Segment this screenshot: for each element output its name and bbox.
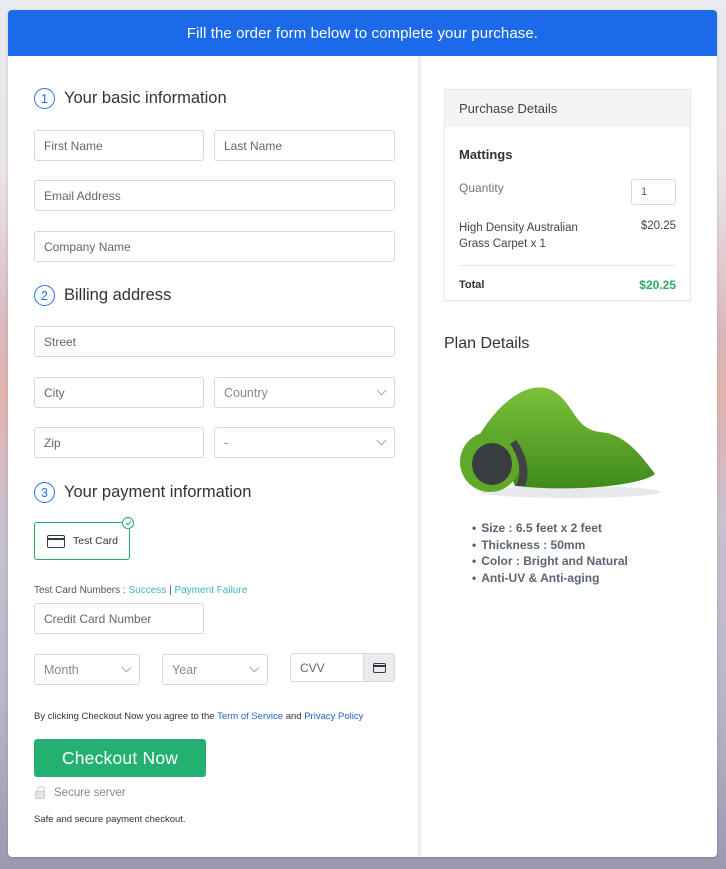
purchase-details-heading: Purchase Details xyxy=(445,90,690,127)
first-name-input[interactable] xyxy=(44,138,203,153)
product-name: Mattings xyxy=(459,147,513,162)
plan-features-list: Size : 6.5 feet x 2 feet Thickness : 50m… xyxy=(472,520,628,586)
email-field[interactable] xyxy=(34,180,395,211)
quantity-input[interactable]: 1 xyxy=(631,179,676,205)
order-form: 1 Your basic information 2 Billing addre… xyxy=(8,56,421,857)
section-billing-title: 2 Billing address xyxy=(34,285,171,306)
check-circle-icon xyxy=(122,517,134,529)
state-select[interactable]: - xyxy=(214,427,395,458)
order-form-card: Fill the order form below to complete yo… xyxy=(8,10,717,857)
privacy-policy-link[interactable]: Privacy Policy xyxy=(304,711,363,722)
checkout-now-button[interactable]: Checkout Now xyxy=(34,739,206,777)
banner-text: Fill the order form below to complete yo… xyxy=(186,24,539,42)
line-item-name: High Density Australian Grass Carpet x 1 xyxy=(459,222,578,250)
chevron-down-icon xyxy=(249,662,260,673)
step-1-badge: 1 xyxy=(34,88,55,109)
first-name-field[interactable] xyxy=(34,130,204,161)
section-billing-label: Billing address xyxy=(64,286,172,304)
plan-feature: Anti-UV & Anti-aging xyxy=(472,570,628,587)
city-input[interactable] xyxy=(44,385,203,400)
cvv-input[interactable] xyxy=(300,660,360,675)
section-basic-info-title: 1 Your basic information xyxy=(34,88,227,109)
plan-feature: Size : 6.5 feet x 2 feet xyxy=(472,520,628,537)
company-field[interactable] xyxy=(34,231,395,262)
section-payment-label: Your payment information xyxy=(64,483,252,501)
test-card-numbers-label: Test Card Numbers : xyxy=(34,585,126,596)
street-input[interactable] xyxy=(44,334,394,349)
safe-checkout-text: Safe and secure payment checkout. xyxy=(34,814,186,825)
plan-feature: Thickness : 50mm xyxy=(472,537,628,554)
terms-of-service-link[interactable]: Term of Service xyxy=(217,711,283,722)
country-select-value: Country xyxy=(224,385,268,400)
company-input[interactable] xyxy=(44,239,394,254)
header-banner: Fill the order form below to complete yo… xyxy=(8,10,717,56)
street-field[interactable] xyxy=(34,326,395,357)
year-select-value: Year xyxy=(172,662,198,677)
legal-notice: By clicking Checkout Now you agree to th… xyxy=(34,711,363,722)
divider xyxy=(459,265,676,266)
chevron-down-icon xyxy=(376,385,387,396)
lock-icon xyxy=(35,786,45,799)
test-card-numbers: Test Card Numbers : Success | Payment Fa… xyxy=(34,585,247,596)
line-item-price: $20.25 xyxy=(640,220,676,232)
total-label: Total xyxy=(459,279,485,291)
credit-card-icon xyxy=(372,662,386,673)
city-field[interactable] xyxy=(34,377,204,408)
quantity-label: Quantity xyxy=(459,181,504,195)
success-link[interactable]: Success xyxy=(128,585,166,596)
card-number-input[interactable] xyxy=(44,611,203,626)
cvv-card-addon xyxy=(363,654,394,681)
step-3-badge: 3 xyxy=(34,482,55,503)
state-select-value: - xyxy=(224,435,229,450)
zip-input[interactable] xyxy=(44,435,203,450)
payment-method-test-card[interactable]: Test Card xyxy=(34,517,134,560)
link-separator: | xyxy=(169,585,172,596)
plan-feature: Color : Bright and Natural xyxy=(472,553,628,570)
legal-prefix: By clicking Checkout Now you agree to th… xyxy=(34,711,215,722)
purchase-details-box: Purchase Details Mattings Quantity 1 Hig… xyxy=(444,89,691,301)
total-value: $20.25 xyxy=(639,278,676,292)
plan-details-heading: Plan Details xyxy=(444,335,530,352)
chevron-down-icon xyxy=(376,435,387,446)
credit-card-icon xyxy=(47,534,65,548)
order-summary: Purchase Details Mattings Quantity 1 Hig… xyxy=(424,56,717,857)
legal-and: and xyxy=(285,711,302,722)
last-name-input[interactable] xyxy=(224,138,394,153)
step-2-badge: 2 xyxy=(34,285,55,306)
month-select[interactable]: Month xyxy=(34,654,140,685)
country-select[interactable]: Country xyxy=(214,377,395,408)
payment-method-label: Test Card xyxy=(73,535,118,547)
payment-failure-link[interactable]: Payment Failure xyxy=(174,585,247,596)
secure-server-note: Secure server xyxy=(35,786,126,799)
secure-server-label: Secure server xyxy=(54,787,126,799)
card-number-field[interactable] xyxy=(34,603,204,634)
section-payment-title: 3 Your payment information xyxy=(34,482,251,503)
chevron-down-icon xyxy=(121,662,132,673)
grass-carpet-image xyxy=(460,387,660,498)
last-name-field[interactable] xyxy=(214,130,395,161)
carpet-roll-backing xyxy=(472,443,512,485)
year-select[interactable]: Year xyxy=(162,654,268,685)
cvv-field[interactable] xyxy=(290,653,395,682)
email-input[interactable] xyxy=(44,188,394,203)
month-select-value: Month xyxy=(44,662,79,677)
section-basic-info-label: Your basic information xyxy=(64,89,227,107)
zip-field[interactable] xyxy=(34,427,204,458)
